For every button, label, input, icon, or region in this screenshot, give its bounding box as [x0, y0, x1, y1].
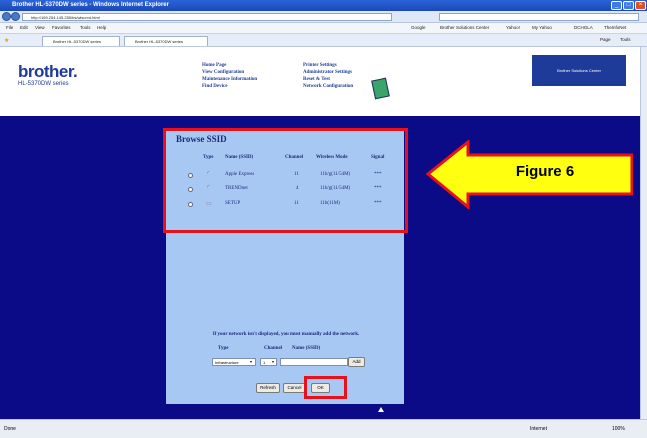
- tab-brother-1[interactable]: Brother HL-5370DW series: [42, 36, 120, 46]
- forward-icon[interactable]: [11, 12, 20, 21]
- status-bar: Done Internet 100%: [0, 419, 647, 438]
- type-label: Type: [218, 346, 229, 351]
- menu-favorites[interactable]: Favorites: [52, 25, 71, 30]
- nav-find-device[interactable]: Find Device: [202, 84, 227, 89]
- add-button[interactable]: Add: [348, 357, 365, 367]
- window-title-bar: Brother HL-5370DW series - Windows Inter…: [0, 0, 647, 11]
- close-button[interactable]: ×: [635, 1, 646, 10]
- nav-view-configuration[interactable]: View Configuration: [202, 70, 244, 75]
- figure-label: Figure 6: [467, 157, 623, 189]
- window-controls: _ □ ×: [611, 1, 646, 10]
- nav-maintenance-information[interactable]: Maintenance Information: [202, 77, 257, 82]
- link-brother-solutions[interactable]: Brother Solutions Center: [440, 25, 489, 30]
- ssid-name-input[interactable]: [280, 358, 348, 366]
- tools-menu[interactable]: Tools: [620, 37, 631, 42]
- chevron-down-icon: ▾: [272, 359, 275, 364]
- ssid-list-highlight: [163, 128, 408, 233]
- menu-tools[interactable]: Tools: [80, 25, 91, 30]
- search-input[interactable]: [439, 13, 639, 21]
- menu-edit[interactable]: Edit: [20, 25, 28, 30]
- manual-add-note: If your network isn't displayed, you mus…: [212, 332, 360, 337]
- name-label: Name (SSID): [292, 346, 321, 351]
- link-google[interactable]: Google: [411, 25, 426, 30]
- ok-button-highlight: [304, 376, 347, 399]
- minimize-button[interactable]: _: [611, 1, 622, 10]
- link-yahoo[interactable]: Yahoo!: [506, 25, 520, 30]
- link-theinfonet[interactable]: TheInfoNet: [604, 25, 626, 30]
- address-input[interactable]: http://169.254.145.255/bs/wlsurvd.html: [22, 13, 392, 21]
- link-dchgla[interactable]: DCHGLA: [574, 25, 593, 30]
- favorites-star-icon[interactable]: ★: [4, 37, 9, 44]
- channel-select[interactable]: 1: [260, 358, 277, 366]
- nav-network-configuration[interactable]: Network Configuration: [303, 84, 353, 89]
- nav-reset-test[interactable]: Reset & Test: [303, 77, 330, 82]
- menu-view[interactable]: View: [35, 25, 45, 30]
- zoom-level[interactable]: 100%: [612, 426, 625, 432]
- cancel-button[interactable]: Cancel: [283, 383, 306, 393]
- scroll-up-icon[interactable]: [378, 407, 384, 412]
- solutions-center-banner[interactable]: Brother Solutions Center: [532, 55, 626, 86]
- nav-printer-settings[interactable]: Printer Settings: [303, 63, 337, 68]
- page-menu[interactable]: Page: [600, 37, 611, 42]
- channel-label: Channel: [264, 346, 283, 351]
- brother-logo: brother.: [18, 62, 78, 81]
- back-icon[interactable]: [2, 12, 11, 21]
- tab-brother-2[interactable]: Brother HL-5370DW series: [124, 36, 208, 46]
- window-title: Brother HL-5370DW series - Windows Inter…: [12, 2, 169, 8]
- help-book-icon[interactable]: [371, 77, 390, 100]
- chevron-down-icon: ▾: [250, 359, 253, 364]
- internet-zone: Internet: [530, 426, 547, 432]
- nav-home-page[interactable]: Home Page: [202, 63, 226, 68]
- maximize-button[interactable]: □: [623, 1, 634, 10]
- link-my-yahoo[interactable]: My Yahoo: [532, 25, 552, 30]
- menu-file[interactable]: File: [6, 25, 13, 30]
- refresh-button[interactable]: Refresh: [256, 383, 280, 393]
- model-name: HL-5370DW series: [18, 81, 69, 87]
- menu-help[interactable]: Help: [97, 25, 106, 30]
- vertical-scrollbar[interactable]: [640, 47, 647, 419]
- nav-administrator-settings[interactable]: Administrator Settings: [303, 70, 352, 75]
- status-text: Done: [4, 426, 16, 432]
